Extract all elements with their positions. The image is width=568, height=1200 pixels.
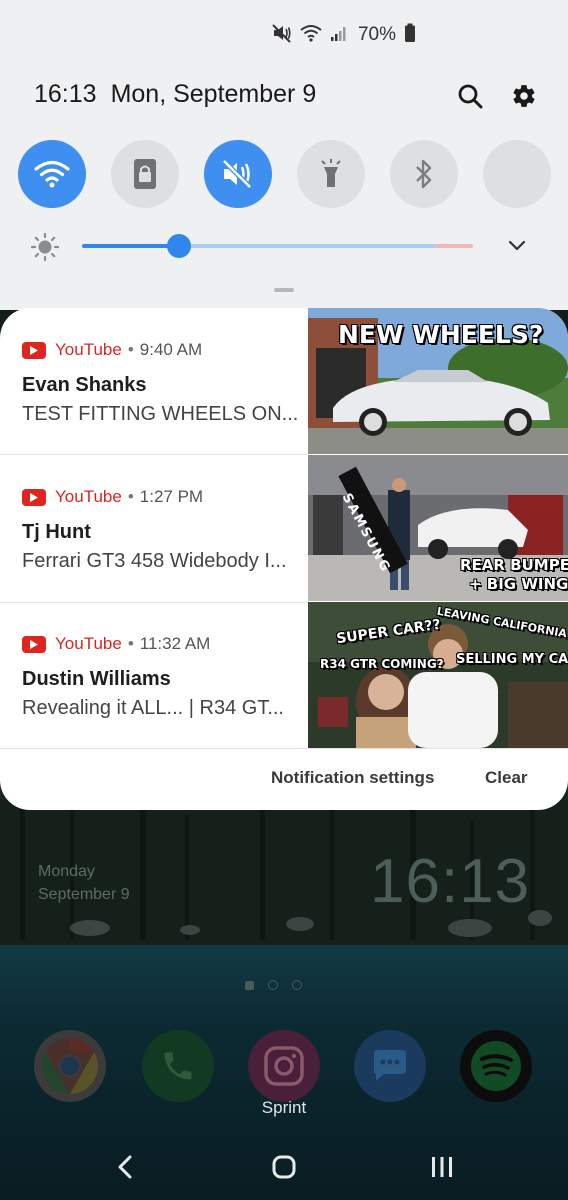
flashlight-tile[interactable]	[297, 140, 365, 208]
home-clock[interactable]: 16:13	[370, 846, 530, 917]
notification-time: 9:40 AM	[139, 340, 203, 359]
recent-apps-button[interactable]	[412, 1145, 472, 1189]
notification-text: TEST FITTING WHEELS ON...	[22, 403, 299, 425]
screen-lock-icon	[134, 159, 156, 189]
chrome-icon[interactable]	[34, 1030, 106, 1102]
brightness-track[interactable]	[178, 244, 436, 248]
messages-icon[interactable]	[354, 1030, 426, 1102]
notification-item[interactable]: YouTube • 9:40 AM Evan Shanks TEST FITTI…	[0, 308, 568, 454]
page-dot	[268, 980, 278, 990]
search-icon[interactable]	[454, 80, 486, 112]
video-thumbnail[interactable]: SUPER CAR?? LEAVING CALIFORNIA R34 GTR C…	[308, 602, 568, 748]
video-thumbnail[interactable]: NEW WHEELS?	[308, 308, 568, 454]
thumbnail-caption: REAR BUMPER	[460, 556, 568, 574]
notification-card: YouTube • 9:40 AM Evan Shanks TEST FITTI…	[0, 308, 568, 810]
notification-item[interactable]: YouTube • 11:32 AM Dustin Williams Revea…	[0, 602, 568, 748]
brightness-control	[30, 228, 540, 264]
brightness-track-high	[435, 244, 473, 248]
navigation-bar	[0, 1135, 568, 1200]
youtube-icon	[22, 341, 46, 359]
panel-time[interactable]: 16:13	[34, 80, 97, 109]
home-date-widget[interactable]: Monday September 9	[38, 860, 130, 906]
wifi-tile[interactable]	[18, 140, 86, 208]
home-date: September 9	[38, 886, 130, 903]
status-bar: 70%	[272, 22, 416, 48]
thumbnail-caption: R34 GTR COMING?	[320, 657, 444, 671]
notification-settings-button[interactable]: Notification settings	[271, 768, 434, 788]
phone-icon[interactable]	[142, 1030, 214, 1102]
panel-date[interactable]: Mon, September 9	[111, 80, 317, 109]
bluetooth-icon	[416, 159, 432, 189]
thumbnail-caption: + BIG WING!	[469, 575, 568, 593]
home-page-dot	[245, 980, 254, 990]
home-day: Monday	[38, 863, 95, 880]
chevron-down-icon[interactable]	[506, 236, 528, 261]
notification-text: Revealing it ALL... | R34 GT...	[22, 697, 284, 719]
divider	[0, 748, 568, 749]
notification-title: Tj Hunt	[22, 521, 91, 543]
settings-gear-icon[interactable]	[508, 80, 540, 112]
screen-lock-tile[interactable]	[111, 140, 179, 208]
notification-actions: Notification settings Clear	[0, 754, 568, 810]
instagram-icon[interactable]	[248, 1030, 320, 1102]
battery-percent: 70%	[357, 24, 396, 45]
back-button[interactable]	[95, 1145, 155, 1189]
notification-time: 1:27 PM	[139, 487, 204, 506]
quick-panel: 70% 16:13 Mon, September 9	[0, 0, 568, 310]
notification-header: YouTube • 11:32 AM	[22, 634, 210, 654]
notification-app-name: YouTube	[55, 340, 122, 359]
panel-drag-handle[interactable]	[274, 288, 294, 292]
video-thumbnail[interactable]: SAMSUNG REAR BUMPER + BIG WING!	[308, 455, 568, 601]
notification-item[interactable]: YouTube • 1:27 PM Tj Hunt Ferrari GT3 45…	[0, 455, 568, 601]
page-indicator	[245, 980, 302, 990]
carrier-label: Sprint	[261, 1098, 307, 1117]
signal-icon	[330, 24, 348, 47]
notification-header: YouTube • 9:40 AM	[22, 340, 202, 360]
clear-button[interactable]: Clear	[485, 768, 528, 788]
spotify-icon[interactable]	[460, 1030, 532, 1102]
separator-dot: •	[127, 634, 134, 653]
mute-icon	[222, 159, 252, 189]
notification-title: Evan Shanks	[22, 374, 147, 396]
panel-clock-row: 16:13 Mon, September 9	[34, 80, 316, 109]
youtube-icon	[22, 635, 46, 653]
brightness-slider-thumb[interactable]	[167, 234, 191, 258]
separator-dot: •	[127, 340, 134, 359]
wifi-icon	[34, 160, 70, 188]
empty-tile[interactable]	[483, 140, 551, 208]
battery-icon	[404, 23, 416, 48]
page-dot	[292, 980, 302, 990]
thumbnail-caption: SELLING MY CAR...	[456, 652, 568, 667]
brightness-track-filled	[82, 244, 178, 248]
sound-mute-tile[interactable]	[204, 140, 272, 208]
notification-header: YouTube • 1:27 PM	[22, 487, 203, 507]
flashlight-icon	[321, 159, 341, 187]
thumbnail-caption: NEW WHEELS?	[338, 320, 544, 349]
notification-title: Dustin Williams	[22, 668, 171, 690]
bluetooth-tile[interactable]	[390, 140, 458, 208]
notification-app-name: YouTube	[55, 487, 122, 506]
home-button[interactable]	[254, 1145, 314, 1189]
quick-settings-tiles	[18, 140, 558, 210]
separator-dot: •	[127, 487, 134, 506]
brightness-icon	[30, 232, 60, 267]
notification-text: Ferrari GT3 458 Widebody I...	[22, 550, 287, 572]
youtube-icon	[22, 488, 46, 506]
notification-app-name: YouTube	[55, 634, 122, 653]
wifi-status-icon	[300, 24, 322, 47]
mute-status-icon	[272, 23, 292, 48]
notification-time: 11:32 AM	[139, 634, 211, 653]
